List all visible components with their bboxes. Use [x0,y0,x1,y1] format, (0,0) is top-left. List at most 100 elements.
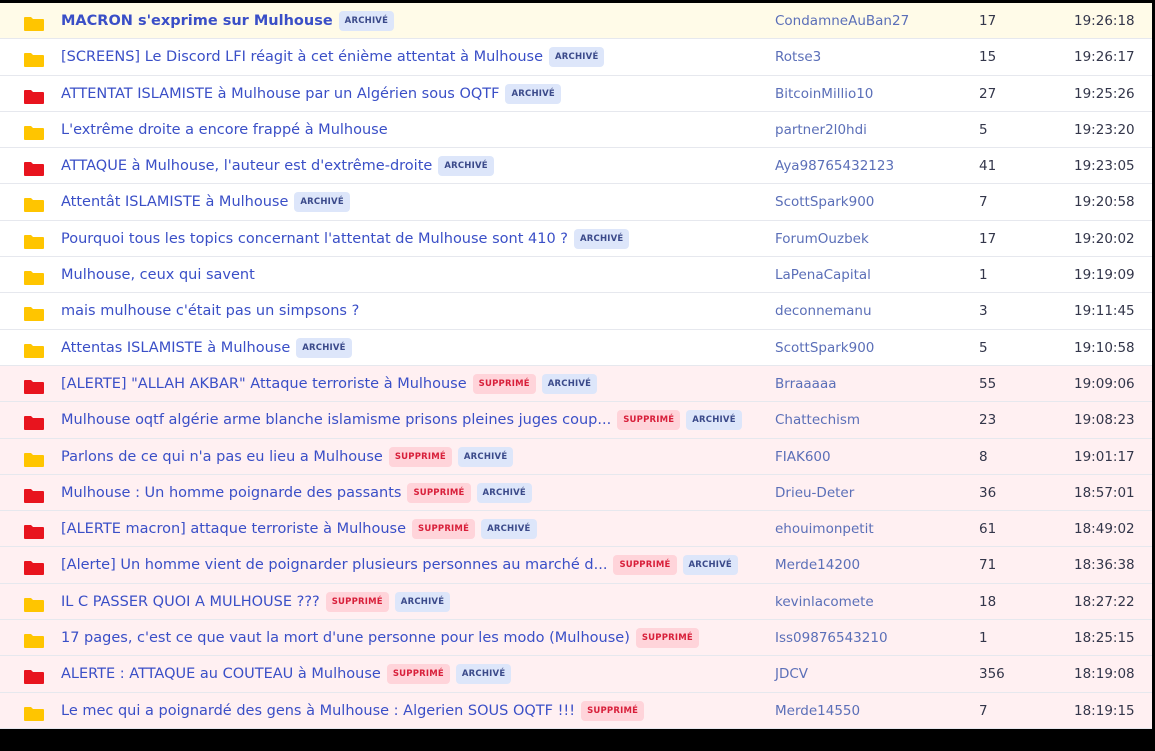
last-message-time[interactable]: 19:25:26 [1074,76,1135,112]
folder-yellow-icon [24,452,44,467]
topic-author-link[interactable]: FIAK600 [775,439,831,475]
topic-row[interactable]: ATTAQUE à Mulhouse, l'auteur est d'extrê… [0,148,1152,185]
topic-row[interactable]: L'extrême droite a encore frappé à Mulho… [0,111,1152,149]
topic-title-link[interactable]: L'extrême droite a encore frappé à Mulho… [61,122,388,138]
topic-title-cell: ATTAQUE à Mulhouse, l'auteur est d'extrê… [61,148,494,184]
topic-author-link[interactable]: kevinlacomete [775,584,874,620]
topic-title-cell: [ALERTE macron] attaque terroriste à Mul… [61,511,537,547]
topic-author-link[interactable]: Aya98765432123 [775,148,894,184]
topic-author-link[interactable]: ForumOuzbek [775,221,869,257]
archived-badge: ARCHIVÉ [541,373,598,394]
last-message-time[interactable]: 19:20:02 [1074,221,1135,257]
deleted-badge: SUPPRIMÉ [388,446,452,467]
topic-title-link[interactable]: Mulhouse : Un homme poignarde des passan… [61,485,401,501]
topic-row[interactable]: ATTENTAT ISLAMISTE à Mulhouse par un Alg… [0,75,1152,112]
last-message-time[interactable]: 18:27:22 [1074,584,1135,620]
deleted-badge: SUPPRIMÉ [613,555,677,576]
last-message-time[interactable]: 18:57:01 [1074,475,1135,511]
topic-row[interactable]: Attentas ISLAMISTE à Mulhouse ARCHIVÉ Scot… [0,329,1152,366]
topic-author-link[interactable]: LaPenaCapital [775,257,871,293]
last-message-time[interactable]: 19:26:17 [1074,39,1135,75]
topic-row[interactable]: Parlons de ce qui n'a pas eu lieu a Mulh… [0,438,1152,475]
last-message-time[interactable]: 19:23:05 [1074,148,1135,184]
topic-author-link[interactable]: JDCV [775,656,808,692]
reply-count: 15 [979,49,997,66]
topic-author-link[interactable]: CondamneAuBan27 [775,3,909,39]
last-message-time[interactable]: 19:19:09 [1074,257,1135,293]
topic-author-link[interactable]: Drieu-Deter [775,475,854,511]
deleted-badge: SUPPRIMÉ [472,373,536,394]
topic-row[interactable]: MACRON s'exprime sur Mulhouse ARCHIVÉ Cond… [0,3,1152,40]
topic-author-link[interactable]: Rotse3 [775,39,821,75]
topic-title-link[interactable]: ATTENTAT ISLAMISTE à Mulhouse par un Alg… [61,86,499,102]
topic-row[interactable]: 17 pages, c'est ce que vaut la mort d'un… [0,620,1152,657]
last-message-time[interactable]: 19:09:06 [1074,366,1135,402]
topic-title-link[interactable]: ATTAQUE à Mulhouse, l'auteur est d'extrê… [61,158,432,174]
deleted-badge: SUPPRIMÉ [617,410,681,431]
topic-title-link[interactable]: Pourquoi tous les topics concernant l'at… [61,231,568,247]
topic-author-link[interactable]: partner2l0hdi [775,112,867,148]
last-message-time[interactable]: 19:01:17 [1074,439,1135,475]
topic-title-link[interactable]: Mulhouse, ceux qui savent [61,267,255,283]
reply-count: 7 [979,702,988,719]
topic-row[interactable]: Mulhouse oqtf algérie arme blanche islam… [0,402,1152,439]
reply-count: 27 [979,85,997,102]
topic-author-link[interactable]: BitcoinMillio10 [775,76,873,112]
topic-title-link[interactable]: [ALERTE macron] attaque terroriste à Mul… [61,521,406,537]
topic-row[interactable]: [ALERTE macron] attaque terroriste à Mul… [0,511,1152,548]
topic-title-link[interactable]: [SCREENS] Le Discord LFI réagit à cet én… [61,49,543,65]
topic-row[interactable]: Mulhouse : Un homme poignarde des passan… [0,474,1152,512]
topic-title-link[interactable]: [Alerte] Un homme vient de poignarder pl… [61,557,607,573]
topic-author-link[interactable]: Iss09876543210 [775,620,888,656]
topic-author-link[interactable]: Brraaaaa [775,366,837,402]
last-message-time[interactable]: 19:11:45 [1074,293,1135,329]
last-message-time[interactable]: 18:49:02 [1074,511,1135,547]
topic-row[interactable]: [ALERTE] "ALLAH AKBAR" Attaque terrorist… [0,365,1152,403]
topic-row[interactable]: IL C PASSER QUOI A MULHOUSE ??? SUPPRIMÉ A… [0,583,1152,621]
topic-author-link[interactable]: deconnemanu [775,293,872,329]
reply-count: 17 [979,230,997,247]
folder-yellow-icon [24,234,44,249]
topic-title-link[interactable]: IL C PASSER QUOI A MULHOUSE ??? [61,594,320,610]
topic-row[interactable]: Pourquoi tous les topics concernant l'at… [0,220,1152,258]
last-message-time[interactable]: 19:20:58 [1074,184,1135,220]
topic-author-link[interactable]: ScottSpark900 [775,184,874,220]
reply-count: 5 [979,121,988,138]
topic-title-link[interactable]: mais mulhouse c'était pas un simpsons ? [61,303,359,319]
topic-author-link[interactable]: ScottSpark900 [775,330,874,366]
last-message-time[interactable]: 18:25:15 [1074,620,1135,656]
topic-title-cell: mais mulhouse c'était pas un simpsons ? [61,293,359,329]
topic-row[interactable]: mais mulhouse c'était pas un simpsons ? d… [0,293,1152,330]
topic-title-link[interactable]: Attentas ISLAMISTE à Mulhouse [61,340,290,356]
last-message-time[interactable]: 19:10:58 [1074,330,1135,366]
topic-row[interactable]: ALERTE : ATTAQUE au COUTEAU à Mulhouse SU… [0,656,1152,693]
last-message-time[interactable]: 18:19:15 [1074,693,1135,729]
topic-title-link[interactable]: MACRON s'exprime sur Mulhouse [61,13,333,29]
topic-row[interactable]: [SCREENS] Le Discord LFI réagit à cet én… [0,39,1152,76]
topic-author-link[interactable]: ehouimonpetit [775,511,874,547]
last-message-time[interactable]: 18:19:08 [1074,656,1135,692]
last-message-time[interactable]: 18:36:38 [1074,547,1135,583]
topic-list: MACRON s'exprime sur Mulhouse ARCHIVÉ Cond… [0,3,1152,729]
last-message-time[interactable]: 19:08:23 [1074,402,1135,438]
topic-title-link[interactable]: [ALERTE] "ALLAH AKBAR" Attaque terrorist… [61,376,467,392]
topic-author-link[interactable]: Chattechism [775,402,860,438]
topic-author-link[interactable]: Merde14550 [775,693,860,729]
topic-title-cell: Mulhouse : Un homme poignarde des passan… [61,475,532,511]
topic-row[interactable]: [Alerte] Un homme vient de poignarder pl… [0,547,1152,584]
topic-title-link[interactable]: Le mec qui a poignardé des gens à Mulhou… [61,703,575,719]
topic-title-link[interactable]: Mulhouse oqtf algérie arme blanche islam… [61,412,611,428]
topic-row[interactable]: Le mec qui a poignardé des gens à Mulhou… [0,692,1152,729]
reply-count: 17 [979,13,997,29]
topic-row[interactable]: Mulhouse, ceux qui savent LaPenaCapital 1 1… [0,257,1152,294]
topic-author-link[interactable]: Merde14200 [775,547,860,583]
topic-title-link[interactable]: Attentât ISLAMISTE à Mulhouse [61,194,288,210]
topic-title-link[interactable]: Parlons de ce qui n'a pas eu lieu a Mulh… [61,449,383,465]
topic-title-cell: MACRON s'exprime sur Mulhouse ARCHIVÉ [61,3,395,39]
folder-yellow-icon [24,17,44,31]
topic-row[interactable]: Attentât ISLAMISTE à Mulhouse ARCHIVÉ Scot… [0,184,1152,221]
topic-title-link[interactable]: ALERTE : ATTAQUE au COUTEAU à Mulhouse [61,666,381,682]
topic-title-link[interactable]: 17 pages, c'est ce que vaut la mort d'un… [61,630,630,646]
last-message-time[interactable]: 19:26:18 [1074,3,1135,39]
last-message-time[interactable]: 19:23:20 [1074,112,1135,148]
